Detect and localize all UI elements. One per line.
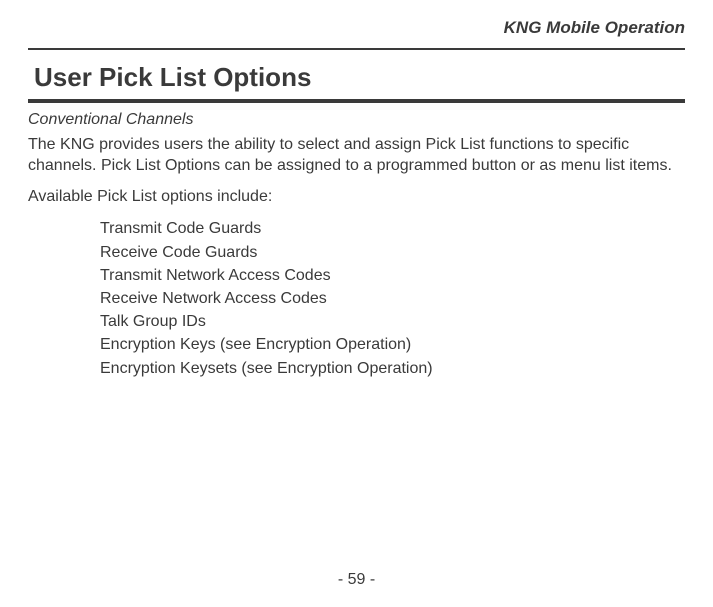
section-title: User Pick List Options	[28, 62, 685, 99]
page-number: - 59 -	[0, 571, 713, 589]
list-item: Talk Group IDs	[100, 310, 685, 333]
list-item: Transmit Network Access Codes	[100, 264, 685, 287]
intro-paragraph: The KNG provides users the ability to se…	[28, 135, 685, 177]
list-item: Encryption Keysets (see Encryption Opera…	[100, 357, 685, 380]
section-subheading: Conventional Channels	[28, 111, 685, 129]
list-item: Encryption Keys (see Encryption Operatio…	[100, 333, 685, 356]
header-rule	[28, 48, 685, 50]
list-item: Receive Code Guards	[100, 241, 685, 264]
list-item: Receive Network Access Codes	[100, 287, 685, 310]
section-title-rule	[28, 99, 685, 103]
list-item: Transmit Code Guards	[100, 217, 685, 240]
document-header-label: KNG Mobile Operation	[28, 18, 685, 48]
options-list: Transmit Code Guards Receive Code Guards…	[28, 217, 685, 379]
list-intro: Available Pick List options include:	[28, 187, 685, 208]
